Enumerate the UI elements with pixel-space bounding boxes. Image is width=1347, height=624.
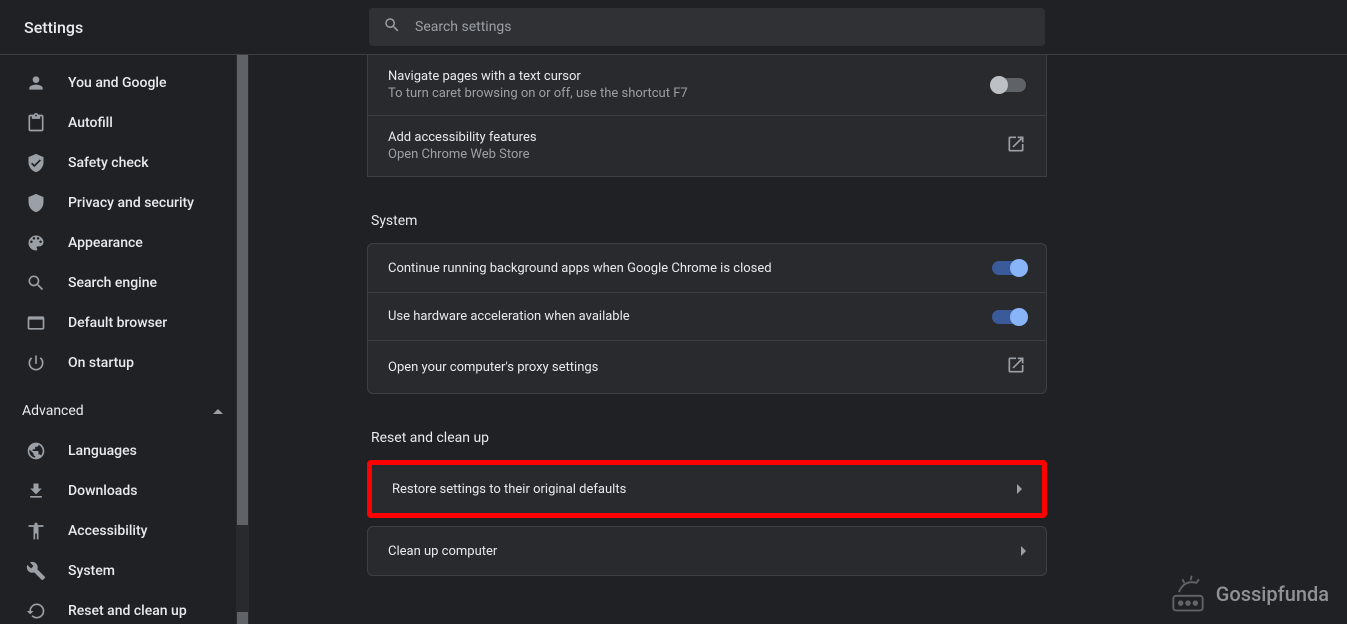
row-title: Use hardware acceleration when available — [388, 309, 992, 324]
sidebar-scrollbar-thumb[interactable] — [237, 55, 248, 525]
row-title: Open your computer's proxy settings — [388, 360, 1006, 375]
sidebar-scrollbar-track[interactable] — [236, 55, 249, 624]
advanced-label: Advanced — [22, 403, 84, 419]
sidebar-item-you-and-google[interactable]: You and Google — [0, 63, 249, 103]
sidebar-item-privacy-security[interactable]: Privacy and security — [0, 183, 249, 223]
sidebar-item-label: On startup — [68, 355, 134, 371]
search-icon — [383, 16, 401, 38]
row-restore-defaults[interactable]: Restore settings to their original defau… — [372, 465, 1042, 513]
accessibility-card: Navigate pages with a text cursor To tur… — [367, 55, 1047, 177]
toggle-caret-browsing[interactable] — [992, 78, 1026, 92]
section-title-system: System — [367, 213, 1047, 229]
globe-icon — [26, 441, 46, 461]
main-content: Navigate pages with a text cursor To tur… — [249, 55, 1347, 624]
row-clean-up-computer[interactable]: Clean up computer — [368, 527, 1046, 575]
sidebar-item-safety-check[interactable]: Safety check — [0, 143, 249, 183]
sidebar-item-search-engine[interactable]: Search engine — [0, 263, 249, 303]
download-icon — [26, 481, 46, 501]
sidebar-item-system[interactable]: System — [0, 551, 249, 591]
search-icon — [26, 273, 46, 293]
row-subtitle: Open Chrome Web Store — [388, 147, 1006, 162]
sidebar-item-label: You and Google — [68, 75, 166, 91]
row-title: Continue running background apps when Go… — [388, 261, 992, 276]
sidebar-item-label: Downloads — [68, 483, 137, 499]
sidebar-item-label: Search engine — [68, 275, 157, 291]
palette-icon — [26, 233, 46, 253]
sidebar-scroll-arrow[interactable] — [237, 612, 248, 624]
search-input[interactable] — [415, 19, 1031, 35]
search-box[interactable] — [369, 8, 1045, 46]
external-link-icon — [1006, 134, 1026, 158]
row-title: Navigate pages with a text cursor — [388, 69, 992, 84]
watermark-icon — [1166, 572, 1210, 616]
sidebar-item-autofill[interactable]: Autofill — [0, 103, 249, 143]
sidebar-item-label: Languages — [68, 443, 137, 459]
person-icon — [26, 73, 46, 93]
row-subtitle: To turn caret browsing on or off, use th… — [388, 86, 992, 101]
row-hardware-accel[interactable]: Use hardware acceleration when available — [368, 292, 1046, 340]
row-add-accessibility[interactable]: Add accessibility features Open Chrome W… — [368, 115, 1046, 176]
sidebar-item-languages[interactable]: Languages — [0, 431, 249, 471]
sidebar-item-label: Safety check — [68, 155, 149, 171]
header: Settings — [0, 0, 1347, 55]
sidebar-item-label: Accessibility — [68, 523, 147, 539]
row-proxy-settings[interactable]: Open your computer's proxy settings — [368, 340, 1046, 393]
shield-check-icon — [26, 153, 46, 173]
watermark: Gossipfunda — [1166, 572, 1329, 616]
restore-icon — [26, 601, 46, 621]
accessibility-icon — [26, 521, 46, 541]
row-title: Clean up computer — [388, 544, 1021, 559]
toggle-hardware-accel[interactable] — [992, 310, 1026, 324]
wrench-icon — [26, 561, 46, 581]
sidebar-item-label: Default browser — [68, 315, 167, 331]
sidebar-item-label: Reset and clean up — [68, 603, 187, 619]
section-title-reset: Reset and clean up — [367, 430, 1047, 446]
cleanup-card: Clean up computer — [367, 526, 1047, 576]
row-background-apps[interactable]: Continue running background apps when Go… — [368, 244, 1046, 292]
sidebar-item-reset[interactable]: Reset and clean up — [0, 591, 249, 624]
highlight-annotation: Restore settings to their original defau… — [367, 460, 1047, 518]
sidebar-item-on-startup[interactable]: On startup — [0, 343, 249, 383]
watermark-text: Gossipfunda — [1216, 582, 1329, 606]
chevron-up-icon — [213, 409, 223, 414]
system-card: Continue running background apps when Go… — [367, 243, 1047, 394]
clipboard-icon — [26, 113, 46, 133]
row-caret-browsing[interactable]: Navigate pages with a text cursor To tur… — [368, 55, 1046, 115]
sidebar-item-default-browser[interactable]: Default browser — [0, 303, 249, 343]
toggle-background-apps[interactable] — [992, 261, 1026, 275]
sidebar-item-accessibility[interactable]: Accessibility — [0, 511, 249, 551]
external-link-icon — [1006, 355, 1026, 379]
row-title: Add accessibility features — [388, 130, 1006, 145]
sidebar-item-appearance[interactable]: Appearance — [0, 223, 249, 263]
chevron-right-icon — [1021, 546, 1026, 556]
sidebar-item-label: Appearance — [68, 235, 143, 251]
page-title: Settings — [24, 18, 369, 37]
power-icon — [26, 353, 46, 373]
sidebar: You and Google Autofill Safety check Pri… — [0, 55, 249, 624]
sidebar-section-advanced[interactable]: Advanced — [0, 391, 249, 431]
browser-icon — [26, 313, 46, 333]
row-title: Restore settings to their original defau… — [392, 482, 1017, 497]
sidebar-item-downloads[interactable]: Downloads — [0, 471, 249, 511]
sidebar-item-label: Autofill — [68, 115, 113, 131]
sidebar-item-label: Privacy and security — [68, 195, 194, 211]
shield-icon — [26, 193, 46, 213]
chevron-right-icon — [1017, 484, 1022, 494]
sidebar-item-label: System — [68, 563, 115, 579]
